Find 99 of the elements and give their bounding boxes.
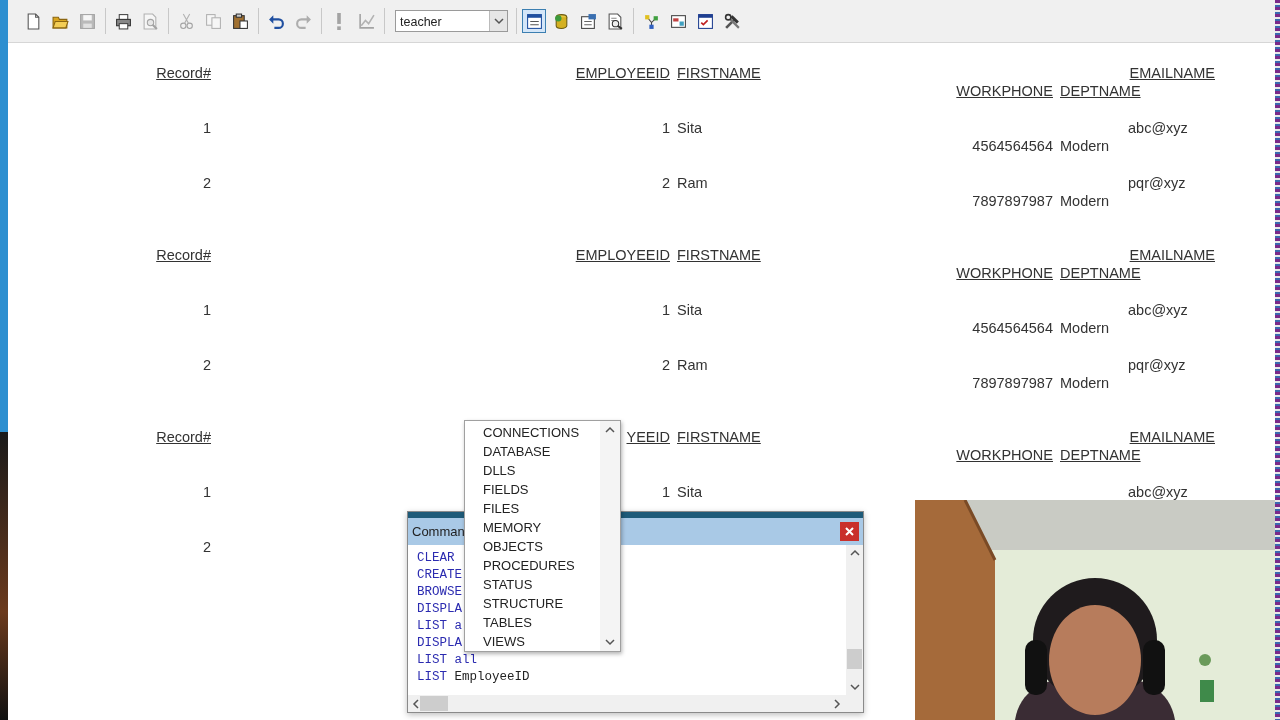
form-icon [669, 12, 687, 30]
list-item[interactable]: TABLES [483, 613, 532, 632]
column-header: WORKPHONE [956, 447, 1053, 463]
list-item[interactable]: STRUCTURE [483, 594, 564, 613]
column-header: EMAILNAME [1129, 65, 1215, 81]
table-cell: abc@xyz [1128, 484, 1188, 500]
list-scrollbar[interactable] [600, 421, 620, 651]
record-number: 1 [202, 120, 211, 136]
table-cell: Modern [1060, 193, 1110, 209]
list-item[interactable]: MEMORY [483, 518, 542, 537]
code-line: CLEAR [417, 550, 455, 567]
preview-icon [141, 12, 159, 30]
scroll-thumb[interactable] [847, 649, 862, 669]
scissors-icon [177, 12, 195, 30]
checklist-window-icon [696, 12, 714, 30]
chevron-right-icon [834, 698, 841, 709]
table-cell: pqr@xyz [1128, 357, 1186, 373]
exclamation-icon [337, 12, 341, 30]
list-item[interactable]: OBJECTS [483, 537, 543, 556]
column-header: EMPLOYEEID [575, 247, 670, 263]
column-header: Record# [156, 65, 211, 81]
record-number: 2 [202, 357, 211, 373]
window-icon [525, 12, 543, 30]
table-cell: 2 [661, 175, 670, 191]
column-header: FIRSTNAME [677, 247, 761, 263]
column-header: EMPLOYEEID [575, 65, 670, 81]
column-header: FIRSTNAME [677, 429, 761, 445]
project-dropdown[interactable]: teacher [395, 10, 508, 32]
record-number: 2 [202, 175, 211, 191]
table-cell: pqr@xyz [1128, 175, 1186, 191]
chevron-down-icon [493, 17, 504, 25]
column-header: YEEID [626, 429, 670, 445]
table-cell: Ram [677, 357, 708, 373]
chevron-down-icon [849, 684, 860, 691]
table-cell: 1 [661, 120, 670, 136]
command-window-button[interactable] [522, 9, 546, 33]
column-header: DEPTNAME [1060, 265, 1141, 281]
code-line: CREATE [417, 567, 462, 584]
table-cell: 2 [661, 357, 670, 373]
close-button[interactable] [840, 522, 859, 541]
code-line: DISPLA [417, 601, 462, 618]
chevron-up-icon [605, 426, 615, 433]
column-header: DEPTNAME [1060, 83, 1141, 99]
chevron-up-icon [849, 549, 860, 556]
scroll-thumb[interactable] [420, 696, 448, 711]
column-header: EMAILNAME [1129, 247, 1215, 263]
tools-icon [723, 12, 741, 30]
list-item[interactable]: FIELDS [483, 480, 529, 499]
clipboard-icon [231, 12, 249, 30]
table-cell: 7897897987 [972, 375, 1053, 391]
column-header: Record# [156, 429, 211, 445]
chevron-left-icon [412, 698, 419, 709]
table-cell: Sita [677, 302, 702, 318]
column-header: WORKPHONE [956, 83, 1053, 99]
chevron-down-icon [605, 639, 615, 646]
table-cell: abc@xyz [1128, 120, 1188, 136]
table-cell: 7897897987 [972, 193, 1053, 209]
database-icon [552, 12, 570, 30]
table-cell: abc@xyz [1128, 302, 1188, 318]
table-cell: Sita [677, 484, 702, 500]
column-header: EMAILNAME [1129, 429, 1215, 445]
table-cell: Modern [1060, 320, 1110, 336]
table-cell: 1 [661, 302, 670, 318]
column-header: Record# [156, 247, 211, 263]
preview-icon [606, 12, 624, 30]
window-title: Comman [412, 522, 465, 541]
close-icon [845, 527, 854, 536]
properties-window-icon [579, 12, 597, 30]
record-number: 2 [202, 539, 211, 555]
column-header: WORKPHONE [956, 265, 1053, 281]
record-number: 1 [202, 484, 211, 500]
vertical-scrollbar[interactable] [846, 545, 863, 695]
list-item[interactable]: DLLS [483, 461, 516, 480]
table-cell: 1 [661, 484, 670, 500]
list-item[interactable]: CONNECTIONS [483, 423, 580, 442]
code-line: LIST all [417, 652, 477, 669]
list-item[interactable]: STATUS [483, 575, 533, 594]
table-cell: 4564564564 [972, 138, 1053, 154]
code-line: DISPLA [417, 635, 462, 652]
table-cell: Sita [677, 120, 702, 136]
copy-icon [204, 12, 222, 30]
table-cell: Ram [677, 175, 708, 191]
chart-icon [357, 12, 375, 30]
column-header: DEPTNAME [1060, 447, 1141, 463]
list-item[interactable]: DATABASE [483, 442, 551, 461]
code-line: BROWSE [417, 584, 462, 601]
table-cell: Modern [1060, 138, 1110, 154]
column-header: FIRSTNAME [677, 65, 761, 81]
list-item[interactable]: VIEWS [483, 632, 525, 651]
table-cell: Modern [1060, 375, 1110, 391]
printer-icon [114, 12, 132, 30]
table-cell: 4564564564 [972, 320, 1053, 336]
horizontal-scrollbar[interactable] [408, 695, 863, 712]
record-number: 1 [202, 302, 211, 318]
list-item[interactable]: PROCEDURES [483, 556, 575, 575]
code-line: LIST a [417, 618, 462, 635]
list-item[interactable]: FILES [483, 499, 520, 518]
diagram-icon [642, 12, 660, 30]
code-line: LIST EmployeeID [417, 669, 530, 686]
